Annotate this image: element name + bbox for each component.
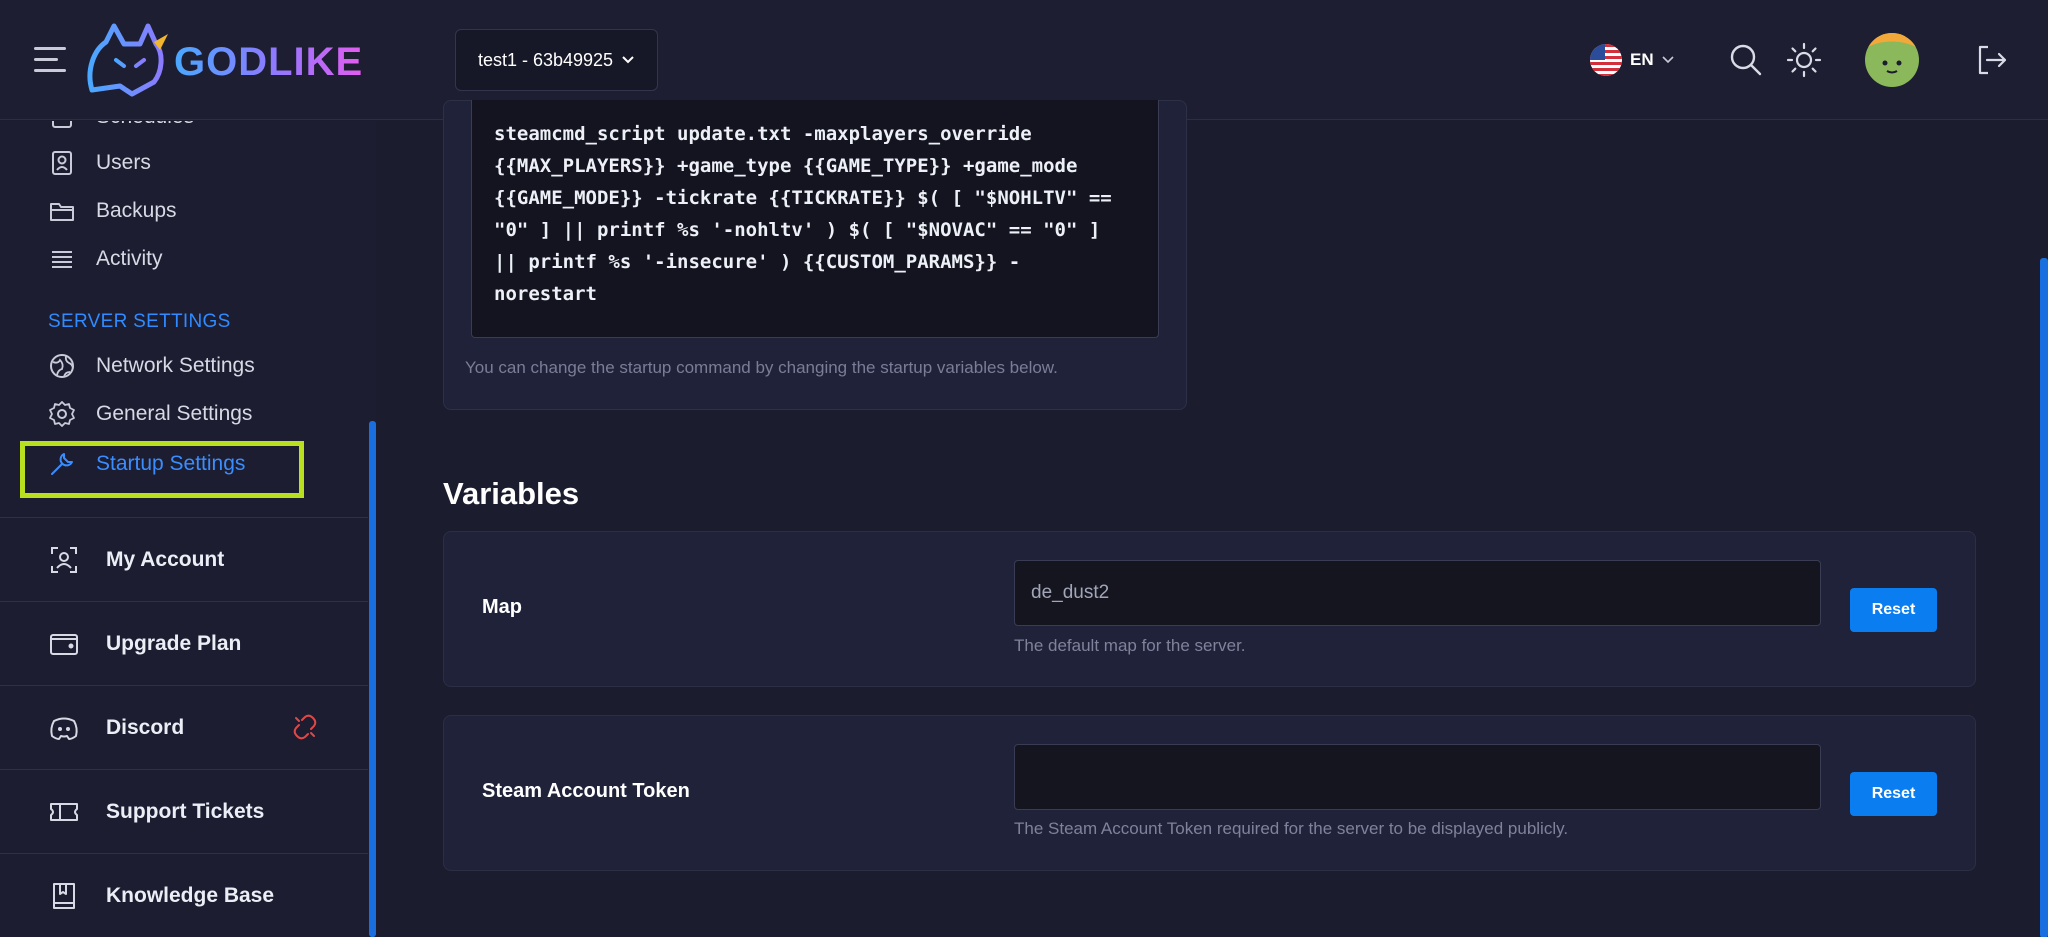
gear-icon: [49, 401, 75, 427]
steam-token-input[interactable]: [1014, 744, 1821, 810]
variable-description: The Steam Account Token required for the…: [1014, 819, 1569, 838]
sun-icon[interactable]: [1786, 42, 1822, 78]
variable-card-steam-token: Steam Account Token The Steam Account To…: [443, 715, 1976, 871]
sidebar-item-label: Backups: [96, 199, 177, 222]
variable-label: Map: [482, 596, 522, 618]
section-title-server-settings: SERVER SETTINGS: [48, 311, 231, 332]
sidebar-item-label: General Settings: [96, 402, 253, 425]
sidebar-block-my-account[interactable]: My Account: [0, 517, 368, 601]
sidebar-block-upgrade-plan[interactable]: Upgrade Plan: [0, 601, 368, 685]
reset-button[interactable]: Reset: [1850, 588, 1937, 632]
startup-command-box: steamcmd_script update.txt -maxplayers_o…: [471, 100, 1159, 338]
user-badge-icon: [52, 151, 72, 175]
main-scrollbar[interactable]: [2040, 258, 2048, 937]
language-selector[interactable]: EN: [1590, 0, 1674, 120]
sidebar-block-discord[interactable]: Discord: [0, 685, 368, 769]
variable-label: Steam Account Token: [482, 780, 690, 802]
wallet-icon: [50, 633, 78, 655]
server-selector[interactable]: test1 - 63b49925: [455, 29, 658, 91]
sidebar-block-support-tickets[interactable]: Support Tickets: [0, 769, 368, 853]
menu-icon[interactable]: [34, 47, 66, 73]
steam-token-input-field[interactable]: [1031, 766, 1804, 788]
wrench-icon: [51, 453, 73, 475]
sidebar-item-label: Users: [96, 151, 151, 174]
search-icon[interactable]: [1728, 42, 1764, 78]
logout-icon[interactable]: [1974, 42, 2010, 78]
sidebar-scrollbar[interactable]: [369, 421, 376, 937]
sidebar-item-network-settings[interactable]: Network Settings: [48, 349, 255, 383]
variables-title: Variables: [443, 476, 580, 511]
book-icon: [53, 882, 75, 909]
globe-icon: [50, 354, 74, 378]
logo-text: GODLIKE: [174, 40, 364, 84]
variable-description: The default map for the server.: [1014, 636, 1246, 655]
fox-logo-icon: [87, 23, 168, 97]
sidebar-item-startup-settings[interactable]: Startup Settings: [48, 447, 245, 481]
broken-link-icon: [293, 714, 317, 740]
startup-command-text: steamcmd_script update.txt -maxplayers_o…: [494, 123, 1112, 305]
reset-button[interactable]: Reset: [1850, 772, 1937, 816]
sidebar-item-activity[interactable]: Activity: [48, 242, 163, 276]
chevron-down-icon: [1662, 56, 1674, 64]
variable-card-map: Map The default map for the server. Rese…: [443, 531, 1976, 687]
language-label: EN: [1630, 50, 1654, 69]
sidebar-item-users[interactable]: Users: [48, 146, 151, 180]
sidebar-item-label: Schedules: [96, 121, 194, 129]
chevron-down-icon: [622, 56, 634, 64]
discord-icon: [50, 717, 78, 740]
folder-icon: [50, 203, 74, 221]
sidebar-block-label: Discord: [106, 715, 185, 739]
godlike-logo[interactable]: GODLIKE: [84, 20, 364, 100]
sidebar-block-knowledge-base[interactable]: Knowledge Base: [0, 853, 368, 937]
sidebar-block-label: Support Tickets: [106, 799, 265, 823]
map-input[interactable]: [1014, 560, 1821, 626]
sidebar-item-label: Activity: [96, 247, 163, 270]
server-selector-label: test1 - 63b49925: [477, 49, 614, 70]
map-input-field[interactable]: [1031, 582, 1804, 604]
sidebar-item-schedules[interactable]: Schedules: [48, 121, 194, 134]
sidebar-block-label: Upgrade Plan: [106, 631, 242, 655]
sidebar-block-label: My Account: [106, 547, 225, 571]
sidebar-item-backups[interactable]: Backups: [48, 194, 177, 228]
account-icon: [51, 546, 77, 573]
sidebar-block-label: Knowledge Base: [106, 883, 275, 907]
list-icon: [52, 251, 72, 268]
avatar[interactable]: [1865, 33, 1919, 87]
sidebar-item-general-settings[interactable]: General Settings: [48, 397, 252, 431]
us-flag-icon: [1590, 44, 1622, 76]
sidebar-item-label: Network Settings: [96, 354, 255, 377]
sidebar: Schedules Users Backups Activity SERVER …: [0, 121, 376, 937]
startup-hint: You can change the startup command by ch…: [465, 358, 1058, 377]
sidebar-item-label: Startup Settings: [96, 452, 246, 475]
calendar-icon: [52, 121, 72, 128]
ticket-icon: [50, 802, 78, 821]
